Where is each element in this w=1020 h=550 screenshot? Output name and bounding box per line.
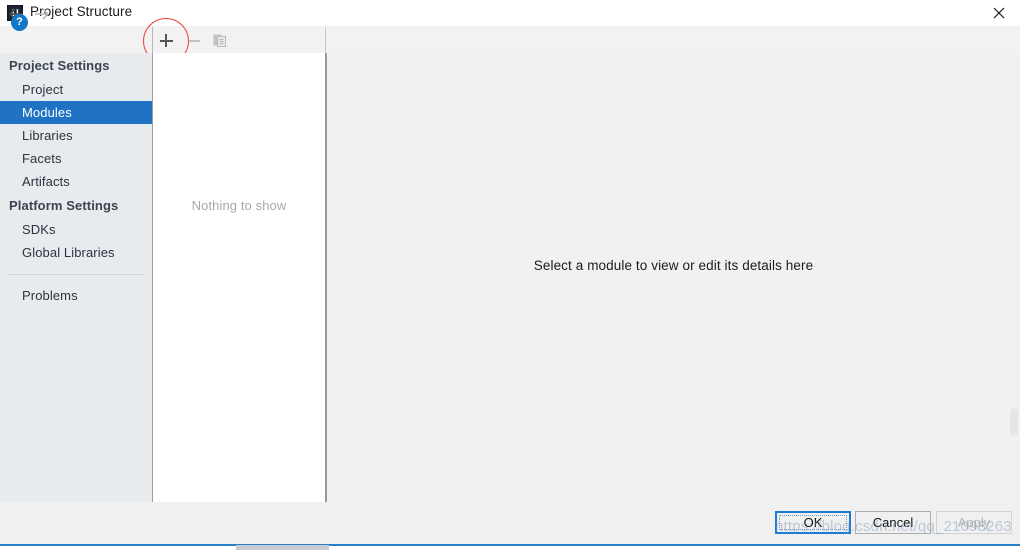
add-module-button[interactable] [153,28,179,53]
sidebar-item-project[interactable]: Project [0,78,152,101]
sidebar-group-project-settings: Project Settings [9,58,110,73]
close-icon[interactable] [978,0,1020,26]
sidebar-separator [8,274,144,275]
sidebar-item-modules[interactable]: Modules [0,101,152,124]
plus-icon [159,34,173,47]
project-structure-dialog: IJ Project Structure Project Settings Pr… [0,0,1020,550]
close-glyph [993,7,1005,19]
detail-placeholder-message: Select a module to view or edit its deta… [533,258,814,273]
apply-button: Apply [936,511,1012,534]
focus-ring [779,515,847,530]
cancel-button[interactable]: Cancel [855,511,931,534]
sidebar-item-facets[interactable]: Facets [0,147,152,170]
module-detail-panel: Select a module to view or edit its deta… [327,53,1020,502]
sidebar-item-global-libraries[interactable]: Global Libraries [0,241,152,264]
sidebar-item-libraries[interactable]: Libraries [0,124,152,147]
sidebar-item-sdks[interactable]: SDKs [0,218,152,241]
module-list-panel[interactable]: Nothing to show [153,53,325,502]
title-bar: IJ Project Structure [0,0,1020,26]
scrollbar-thumb[interactable] [1010,408,1018,436]
cancel-button-label: Cancel [872,515,914,530]
empty-list-message: Nothing to show [191,198,287,213]
bottom-frame [0,546,1020,550]
toolbar-separator-right [325,27,326,53]
arrow-right-icon [31,3,53,25]
ok-button[interactable]: OK [775,511,851,534]
arrow-right-glyph [35,8,50,20]
copy-icon [213,34,226,47]
sidebar-group-platform-settings: Platform Settings [9,198,119,213]
copy-module-button [207,28,233,53]
settings-sidebar: Project Settings Project Modules Librari… [0,53,152,502]
sidebar-item-problems[interactable]: Problems [0,284,152,307]
sidebar-item-artifacts[interactable]: Artifacts [0,170,152,193]
remove-module-button [181,28,207,53]
apply-button-label: Apply [957,515,991,530]
minus-icon [188,39,200,42]
help-button[interactable]: ? [11,14,28,31]
taskbar-chip [236,545,329,550]
